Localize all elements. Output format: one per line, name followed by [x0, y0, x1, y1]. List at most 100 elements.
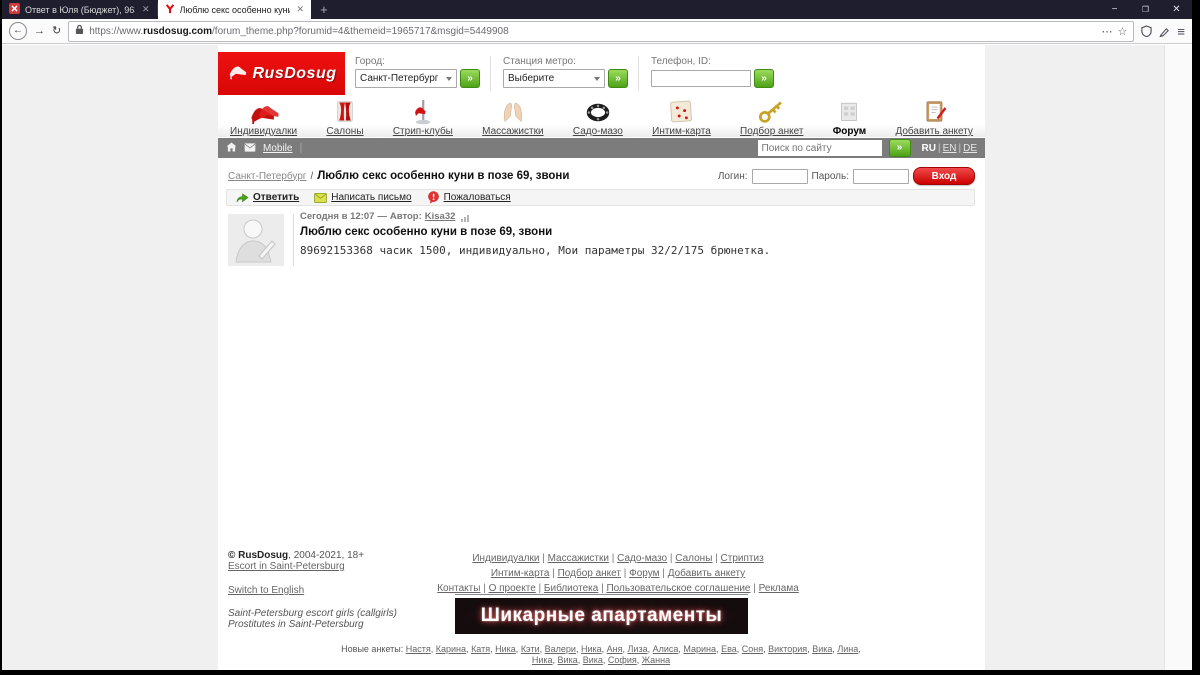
- new-tab-button[interactable]: +: [311, 0, 337, 19]
- ad-banner[interactable]: Шикарные апартаменты: [455, 598, 748, 634]
- search-go-button[interactable]: »: [889, 139, 911, 157]
- mail-icon[interactable]: [244, 139, 256, 157]
- login-submit-button[interactable]: Вход: [913, 167, 975, 185]
- lang-en[interactable]: EN: [943, 143, 957, 154]
- nav-item-individualki[interactable]: Индивидуалки: [230, 97, 297, 137]
- browser-toolbar: ← → ↻ https://www.rusdosug.com/forum_the…: [2, 19, 1192, 44]
- footer-link[interactable]: Пользовательское соглашение: [606, 583, 750, 594]
- phone-label: Телефон, ID:: [651, 56, 774, 67]
- footer-link[interactable]: Добавить анкету: [668, 568, 745, 579]
- site-logo[interactable]: RusDosug: [218, 52, 345, 95]
- metro-select[interactable]: Выберите: [503, 69, 605, 88]
- url-text: https://www.rusdosug.com/forum_theme.php…: [89, 26, 508, 37]
- profile-link[interactable]: Катя: [471, 644, 490, 654]
- browser-tab-1[interactable]: Ответ в Юля (Бюджет), 963-32 ✕: [2, 0, 157, 19]
- profile-link[interactable]: Лина: [837, 644, 858, 654]
- metro-go-button[interactable]: »: [608, 69, 628, 88]
- profile-link[interactable]: Аня: [607, 644, 623, 654]
- profile-link[interactable]: Ника: [495, 644, 516, 654]
- divider: [455, 594, 748, 595]
- profile-link[interactable]: Настя: [406, 644, 431, 654]
- action-complain[interactable]: Пожаловаться: [427, 191, 511, 204]
- phone-id-input[interactable]: [651, 70, 751, 87]
- footer-link[interactable]: Библиотека: [544, 583, 598, 594]
- map-icon: [665, 98, 697, 125]
- profile-link[interactable]: Валери: [545, 644, 576, 654]
- brush-extension-icon[interactable]: [1159, 26, 1170, 37]
- mobile-link[interactable]: Mobile: [263, 143, 292, 154]
- url-bar[interactable]: https://www.rusdosug.com/forum_theme.php…: [68, 21, 1134, 42]
- footer-link[interactable]: Подбор анкет: [558, 568, 621, 579]
- footer-link[interactable]: Интим-карта: [491, 568, 550, 579]
- action-reply[interactable]: Ответить: [236, 192, 299, 204]
- separator: |: [609, 553, 617, 564]
- tab2-favicon-icon: [165, 4, 175, 16]
- scrollbar[interactable]: [1164, 45, 1192, 670]
- tab-close-icon[interactable]: ✕: [142, 4, 150, 15]
- profile-link[interactable]: Карина: [436, 644, 466, 654]
- tab-close-icon[interactable]: ✕: [297, 4, 305, 15]
- phone-go-button[interactable]: »: [754, 69, 774, 88]
- breadcrumb-city-link[interactable]: Санкт-Петербург: [228, 171, 306, 182]
- nav-item-massazhistki[interactable]: Массажистки: [482, 97, 543, 137]
- post-author-link[interactable]: Kisa32: [425, 211, 456, 222]
- profile-link[interactable]: Лиза: [628, 644, 648, 654]
- shield-extension-icon[interactable]: [1141, 25, 1152, 37]
- footer-link[interactable]: Стриптиз: [721, 553, 764, 564]
- profile-link[interactable]: Ева: [721, 644, 737, 654]
- profile-link[interactable]: Соня: [742, 644, 763, 654]
- browser-tab-2-active[interactable]: Люблю секс особенно куни в ✕: [158, 0, 312, 19]
- footer-link[interactable]: Салоны: [675, 553, 712, 564]
- profile-link[interactable]: Алиса: [653, 644, 679, 654]
- nav-item-strip-kluby[interactable]: Стрип-клубы: [393, 97, 453, 137]
- bookmark-star-icon[interactable]: ☆: [1118, 25, 1128, 38]
- escort-link[interactable]: Escort in Saint-Petersburg: [228, 561, 345, 572]
- footer-link[interactable]: Индивидуалки: [472, 553, 539, 564]
- login-input[interactable]: [752, 169, 808, 184]
- profile-link[interactable]: Жанна: [642, 655, 670, 665]
- nav-item-salony[interactable]: Салоны: [326, 97, 363, 137]
- home-icon[interactable]: [226, 139, 237, 157]
- lang-de[interactable]: DE: [963, 143, 977, 154]
- footer-link[interactable]: О проекте: [489, 583, 536, 594]
- profile-link[interactable]: Марина: [683, 644, 716, 654]
- site-search-input[interactable]: [758, 140, 882, 156]
- profile-link[interactable]: Вика: [812, 644, 832, 654]
- screen: Ответ в Юля (Бюджет), 963-32 ✕ Люблю сек…: [0, 0, 1200, 675]
- profile-link[interactable]: Ника: [532, 655, 553, 665]
- page-actions-icon[interactable]: ⋯: [1102, 25, 1113, 38]
- reload-button[interactable]: ↻: [52, 26, 61, 37]
- profile-link[interactable]: София: [608, 655, 637, 665]
- nav-item-intim-karta[interactable]: Интим-карта: [652, 97, 711, 137]
- nav-item-forum[interactable]: Форум: [833, 97, 866, 137]
- footer-link[interactable]: Реклама: [759, 583, 799, 594]
- profile-link[interactable]: Ника: [581, 644, 602, 654]
- city-go-button[interactable]: »: [460, 69, 480, 88]
- footer-link[interactable]: Садо-мазо: [617, 553, 667, 564]
- forward-button[interactable]: →: [34, 26, 45, 37]
- login-box: Логин: Пароль: Вход: [718, 167, 975, 185]
- lang-ru[interactable]: RU: [922, 143, 936, 154]
- nav-item-sado-mazo[interactable]: Садо-мазо: [573, 97, 623, 137]
- footer-link[interactable]: Форум: [629, 568, 659, 579]
- profile-link[interactable]: Виктория: [768, 644, 807, 654]
- action-write-letter[interactable]: Написать письмо: [314, 192, 411, 203]
- profile-link[interactable]: Вика: [583, 655, 603, 665]
- nav-item-podbor-anket[interactable]: Подбор анкет: [740, 97, 803, 137]
- footer-link[interactable]: Массажистки: [548, 553, 609, 564]
- maximize-button[interactable]: ❐: [1130, 0, 1161, 19]
- divider: [638, 56, 639, 91]
- city-select[interactable]: Санкт-Петербург: [355, 69, 457, 88]
- footer-link[interactable]: Контакты: [437, 583, 480, 594]
- menu-hamburger-icon[interactable]: ≡: [1177, 24, 1185, 39]
- tagline: Saint-Petersburg escort girls (callgirls…: [228, 608, 406, 619]
- close-button[interactable]: ✕: [1161, 0, 1192, 19]
- profile-link[interactable]: Вика: [558, 655, 578, 665]
- profile-link[interactable]: Кэти: [521, 644, 540, 654]
- password-input[interactable]: [853, 169, 909, 184]
- switch-to-english-link[interactable]: Switch to English: [228, 585, 304, 596]
- nav-item-dobavit-anketu[interactable]: Добавить анкету: [895, 97, 972, 137]
- chevron-down-icon: [446, 77, 452, 81]
- minimize-button[interactable]: −: [1099, 0, 1130, 19]
- back-button[interactable]: ←: [9, 22, 27, 40]
